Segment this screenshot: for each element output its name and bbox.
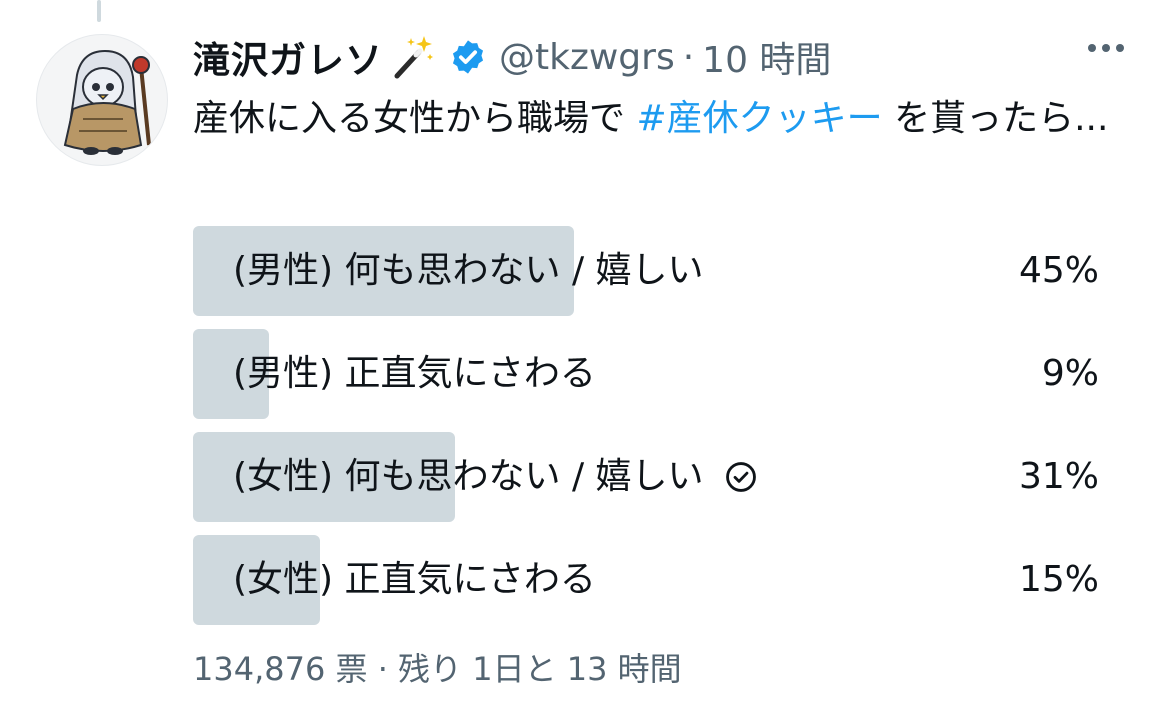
poll-option[interactable]: (女性) 正直気にさわる 15% bbox=[193, 535, 1103, 625]
circle-check-icon bbox=[724, 460, 758, 494]
poll: (男性) 何も思わない / 嬉しい 45% (男性) 正直気にさわる 9% (女… bbox=[193, 226, 1103, 638]
more-dot bbox=[1116, 44, 1124, 52]
poll-option[interactable]: (男性) 正直気にさわる 9% bbox=[193, 329, 1103, 419]
author-name[interactable]: 滝沢ガレソ bbox=[193, 30, 383, 84]
tweet-header: 滝沢ガレソ @tkzwgrs · 10 時間 bbox=[193, 30, 831, 84]
hashtag-link[interactable]: #産休クッキー bbox=[636, 98, 882, 139]
more-dot bbox=[1088, 44, 1096, 52]
avatar[interactable] bbox=[36, 34, 168, 166]
poll-option-label: (男性) 正直気にさわる bbox=[233, 353, 596, 394]
poll-option-percent: 9% bbox=[1041, 353, 1099, 394]
tweet-text: 産休に入る女性から職場で #産休クッキー を貰ったら... bbox=[193, 90, 1123, 148]
poll-meta: 134,876 票 · 残り 1日と 13 時間 bbox=[193, 644, 682, 690]
character-avatar-icon bbox=[63, 49, 151, 155]
poll-option-label: (男性) 何も思わない / 嬉しい bbox=[233, 250, 704, 291]
more-dots-icon[interactable] bbox=[1088, 44, 1124, 52]
more-dot bbox=[1102, 44, 1110, 52]
tweet-text-before: 産休に入る女性から職場で bbox=[193, 98, 637, 139]
vote-count: 134,876 票 bbox=[193, 650, 368, 688]
thread-line bbox=[97, 0, 101, 22]
header-separator: · bbox=[682, 36, 695, 78]
poll-option-percent: 31% bbox=[1018, 456, 1099, 497]
poll-option-percent: 15% bbox=[1018, 559, 1099, 600]
meta-separator: · bbox=[377, 650, 388, 688]
poll-option[interactable]: (男性) 何も思わない / 嬉しい 45% bbox=[193, 226, 1103, 316]
poll-option-label: (女性) 正直気にさわる bbox=[233, 559, 596, 600]
poll-option[interactable]: (女性) 何も思わない / 嬉しい 31% bbox=[193, 432, 1103, 522]
tweet-text-after: を貰ったら... bbox=[882, 98, 1109, 139]
author-handle[interactable]: @tkzwgrs bbox=[499, 37, 675, 78]
verified-badge-icon bbox=[449, 38, 487, 76]
poll-option-percent: 45% bbox=[1018, 250, 1099, 291]
time-remaining: 残り 1日と 13 時間 bbox=[398, 650, 682, 688]
tweet-timestamp[interactable]: 10 時間 bbox=[702, 31, 831, 83]
magic-wand-sparkles-icon bbox=[391, 34, 435, 80]
poll-option-label: (女性) 何も思わない / 嬉しい bbox=[233, 432, 758, 522]
